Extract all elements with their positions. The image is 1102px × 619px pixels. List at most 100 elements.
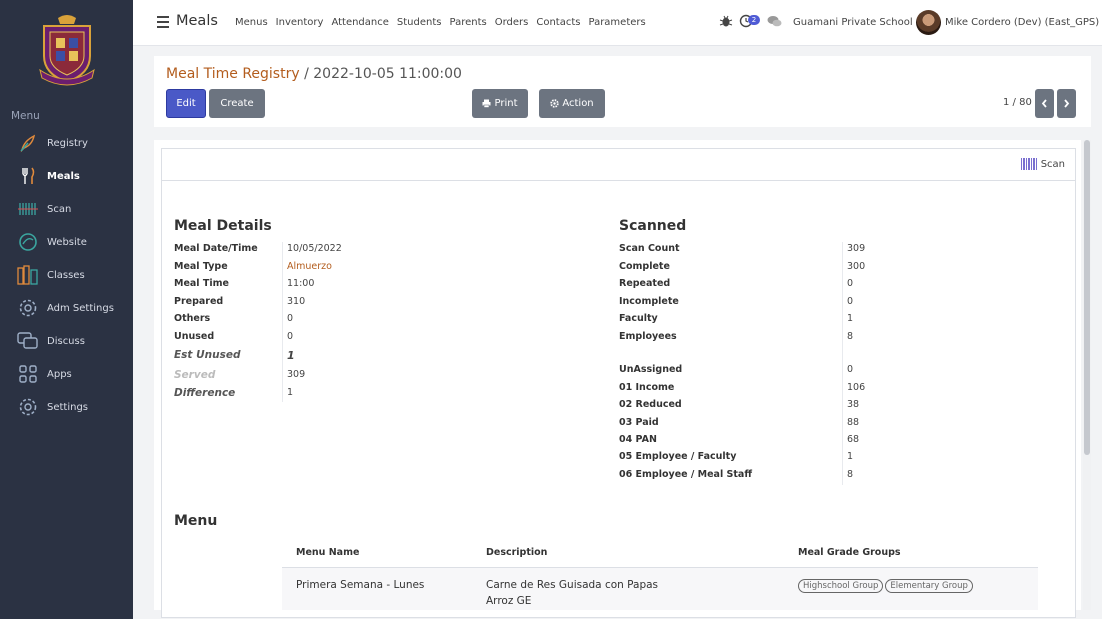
gear-icon: [17, 297, 39, 319]
meal-time-value[interactable]: 11:00: [287, 278, 314, 289]
sidebar-item-label: Adm Settings: [47, 302, 114, 314]
group-count-value: 38: [847, 399, 860, 410]
pager-next-button[interactable]: [1057, 89, 1076, 118]
nav-contacts[interactable]: Contacts: [536, 17, 580, 28]
field-label: Prepared: [174, 296, 224, 307]
sidebar-item-classes[interactable]: Classes: [0, 260, 133, 290]
feather-icon: [17, 132, 39, 154]
field-label: Employees: [619, 331, 677, 342]
sidebar-item-label: Meals: [47, 170, 80, 182]
create-button[interactable]: Create: [209, 89, 265, 118]
nav-students[interactable]: Students: [397, 17, 442, 28]
field-label: Difference: [174, 387, 236, 399]
column-header-meal-grade-groups[interactable]: Meal Grade Groups: [798, 547, 901, 558]
unused-value[interactable]: 0: [287, 331, 293, 342]
column-header-menu-name[interactable]: Menu Name: [296, 547, 359, 558]
sidebar-item-label: Registry: [47, 137, 88, 149]
sidebar-item-label: Apps: [47, 368, 72, 380]
employees-value: 8: [847, 331, 854, 342]
others-value[interactable]: 0: [287, 313, 293, 324]
prepared-value[interactable]: 310: [287, 296, 305, 307]
nav-inventory[interactable]: Inventory: [276, 17, 324, 28]
print-label: Print: [494, 98, 518, 109]
served-value: 309: [287, 369, 306, 380]
activity-count-badge: 2: [748, 15, 760, 25]
sidebar-item-label: Scan: [47, 203, 72, 215]
field-label: 02 Reduced: [619, 399, 682, 410]
table-row[interactable]: Primera Semana - Lunes Carne de Res Guis…: [282, 568, 1038, 610]
nav-parameters[interactable]: Parameters: [588, 17, 645, 28]
barcode-icon: [1020, 158, 1038, 170]
meal-type-link[interactable]: Almuerzo: [287, 261, 332, 272]
form-statusbar: Scan: [162, 149, 1075, 181]
app-title[interactable]: Meals: [176, 13, 218, 29]
nav-parents[interactable]: Parents: [449, 17, 486, 28]
breadcrumb-parent[interactable]: Meal Time Registry: [166, 66, 300, 82]
print-button[interactable]: Print: [472, 89, 528, 118]
top-navbar: Meals Menus Inventory Attendance Student…: [133, 0, 1102, 46]
fork-knife-icon: [17, 165, 39, 187]
action-button[interactable]: Action: [539, 89, 605, 118]
user-avatar[interactable]: [916, 10, 941, 35]
sidebar-item-label: Website: [47, 236, 87, 248]
field-label: Repeated: [619, 278, 671, 289]
sidebar-item-settings[interactable]: Settings: [0, 392, 133, 422]
incomplete-value: 0: [847, 296, 854, 307]
sidebar-menu-title: Menu: [11, 110, 40, 122]
field-label: Unused: [174, 331, 215, 342]
group-count-value: 88: [847, 417, 860, 428]
bug-icon[interactable]: [719, 14, 733, 28]
tag-highschool-group[interactable]: Highschool Group: [798, 579, 884, 593]
action-label: Action: [562, 98, 594, 109]
company-switcher[interactable]: Guamani Private School: [793, 17, 913, 28]
sidebar-item-meals[interactable]: Meals: [0, 161, 133, 191]
group-count-value: 0: [847, 364, 854, 375]
pager-previous-button[interactable]: [1035, 89, 1054, 118]
sidebar-item-label: Classes: [47, 269, 85, 281]
sidebar-item-apps[interactable]: Apps: [0, 359, 133, 389]
field-label: Meal Date/Time: [174, 243, 258, 254]
field-label: Meal Type: [174, 261, 228, 272]
field-label: 05 Employee / Faculty: [619, 451, 737, 462]
nav-orders[interactable]: Orders: [495, 17, 529, 28]
control-panel: Meal Time Registry / 2022-10-05 11:00:00…: [154, 56, 1091, 127]
school-crest-logo[interactable]: [36, 12, 98, 86]
scan-button[interactable]: Scan: [1020, 158, 1065, 170]
nav-attendance[interactable]: Attendance: [331, 17, 388, 28]
field-label: Others: [174, 313, 211, 324]
hamburger-menu-icon[interactable]: [157, 16, 169, 28]
field-label: Incomplete: [619, 296, 679, 307]
repeated-value: 0: [847, 278, 854, 289]
user-menu[interactable]: Mike Cordero (Dev) (East_GPS): [945, 17, 1099, 28]
scan-count-value: 309: [847, 243, 866, 254]
books-icon: [17, 264, 39, 286]
sidebar-item-website[interactable]: Website: [0, 227, 133, 257]
field-label: 03 Paid: [619, 417, 659, 428]
field-label: Served: [174, 369, 216, 381]
field-label: 01 Income: [619, 382, 675, 393]
scanned-divider: [842, 242, 843, 485]
tag-elementary-group[interactable]: Elementary Group: [885, 579, 973, 593]
pager-value[interactable]: 1 / 80: [1003, 97, 1032, 108]
vertical-scrollbar[interactable]: [1083, 140, 1091, 610]
gear-icon: [17, 396, 39, 418]
meal-datetime-value[interactable]: 10/05/2022: [287, 243, 342, 254]
column-header-description[interactable]: Description: [486, 547, 547, 558]
gear-icon: [550, 99, 560, 108]
field-label: Faculty: [619, 313, 658, 324]
messages-icon[interactable]: [767, 14, 782, 28]
sidebar-item-adm-settings[interactable]: Adm Settings: [0, 293, 133, 323]
edit-button[interactable]: Edit: [166, 89, 206, 118]
scrollbar-thumb[interactable]: [1084, 140, 1090, 455]
description-cell-line2: Arroz GE: [486, 595, 532, 607]
nav-menus[interactable]: Menus: [235, 17, 268, 28]
top-menu: Menus Inventory Attendance Students Pare…: [235, 17, 646, 28]
sidebar-item-scan[interactable]: Scan: [0, 194, 133, 224]
grade-groups-cell: Highschool Group Elementary Group: [798, 579, 975, 593]
sidebar-item-discuss[interactable]: Discuss: [0, 326, 133, 356]
field-label: 04 PAN: [619, 434, 657, 445]
faculty-value: 1: [847, 313, 854, 324]
chat-icon: [17, 330, 39, 352]
group-count-value: 68: [847, 434, 860, 445]
sidebar-item-registry[interactable]: Registry: [0, 128, 133, 158]
